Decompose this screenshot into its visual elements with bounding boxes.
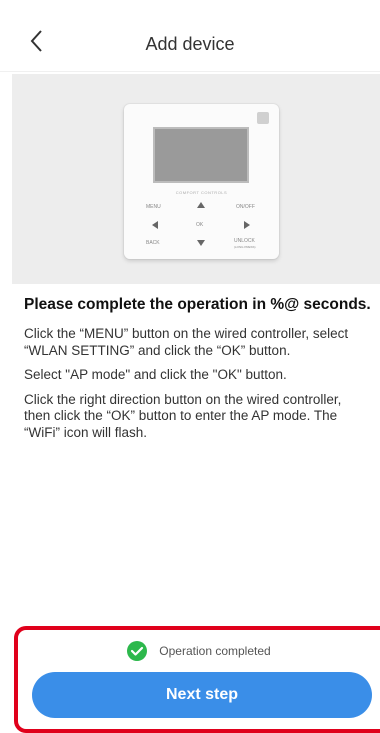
controller-unlock-label: UNLOCK bbox=[234, 238, 255, 244]
footer-highlight: Operation completed Next step bbox=[14, 626, 380, 733]
controller-screen bbox=[153, 127, 249, 183]
controller-back-label: BACK bbox=[146, 240, 160, 246]
page-title: Add device bbox=[145, 34, 235, 54]
next-step-button[interactable]: Next step bbox=[32, 672, 372, 718]
controller-corner-button bbox=[257, 112, 269, 124]
instruction-step: Select "AP mode" and click the "OK" butt… bbox=[24, 367, 287, 382]
operation-status: Operation completed bbox=[18, 641, 380, 661]
instruction-step: Click the “MENU” button on the wired con… bbox=[24, 326, 349, 358]
controller-menu-label: MENU bbox=[146, 204, 161, 210]
countdown-headline: Please complete the operation in %@ seco… bbox=[24, 296, 371, 313]
instruction-step: Click the right direction button on the … bbox=[24, 391, 342, 440]
status-text: Operation completed bbox=[159, 644, 271, 658]
header-bar: Add device bbox=[0, 0, 380, 72]
wired-controller-image: COMFORT CONTROLS MENU ON/OFF OK BACK UNL… bbox=[124, 104, 279, 259]
check-circle-icon bbox=[127, 641, 148, 661]
device-illustration: COMFORT CONTROLS MENU ON/OFF OK BACK UNL… bbox=[12, 74, 380, 284]
controller-ok-label: OK bbox=[196, 222, 204, 228]
controller-left-arrow-icon bbox=[152, 221, 158, 229]
controller-brand: COMFORT CONTROLS bbox=[175, 190, 228, 195]
instructions: Please complete the operation in %@ seco… bbox=[24, 296, 371, 449]
controller-onoff-label: ON/OFF bbox=[236, 204, 255, 210]
controller-unlock-sub-label: (LONG PRESS) bbox=[234, 245, 256, 249]
controller-up-arrow-icon bbox=[197, 202, 205, 208]
controller-right-arrow-icon bbox=[244, 221, 250, 229]
controller-down-arrow-icon bbox=[197, 240, 205, 246]
